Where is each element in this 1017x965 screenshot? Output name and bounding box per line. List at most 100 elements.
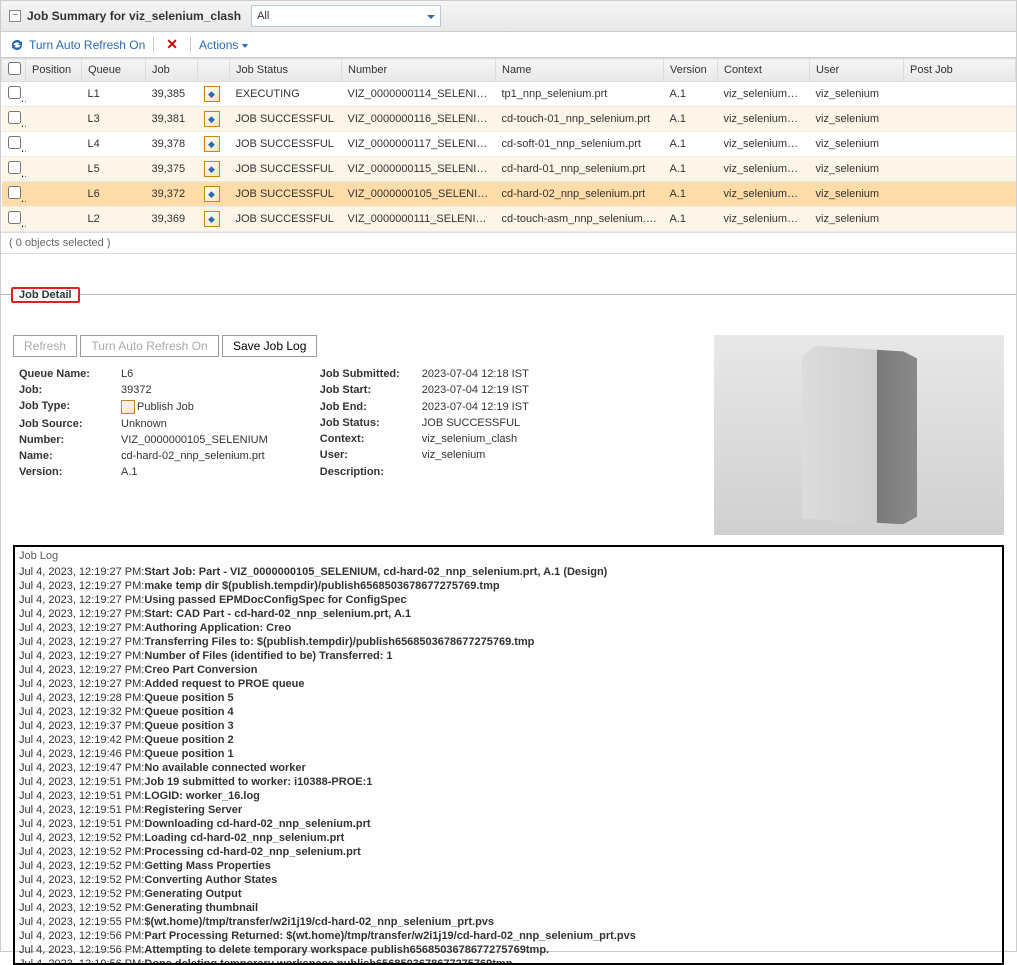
cell-icon: ◆ [198, 132, 230, 157]
collapse-icon[interactable]: − [9, 10, 21, 22]
cell-position [26, 182, 82, 207]
table-row[interactable]: L639,372◆JOB SUCCESSFULVIZ_0000000105_SE… [2, 182, 1016, 207]
cell-name: tp1_nnp_selenium.prt [496, 82, 664, 107]
log-line: Jul 4, 2023, 12:19:52 PM:Converting Auth… [19, 873, 998, 887]
selection-status: ( 0 objects selected ) [1, 232, 1016, 254]
cell-status: JOB SUCCESSFUL [230, 132, 342, 157]
cell-job: 39,369 [146, 207, 198, 232]
table-row[interactable]: L339,381◆JOB SUCCESSFULVIZ_0000000116_SE… [2, 107, 1016, 132]
col-icon[interactable] [198, 59, 230, 82]
cell-status: EXECUTING [230, 82, 342, 107]
row-checkbox[interactable] [8, 86, 21, 99]
col-version[interactable]: Version [664, 59, 718, 82]
cell-number: VIZ_0000000116_SELENIUM [342, 107, 496, 132]
col-position[interactable]: Position [26, 59, 82, 82]
col-number[interactable]: Number [342, 59, 496, 82]
col-name[interactable]: Name [496, 59, 664, 82]
cell-name: cd-touch-asm_nnp_selenium.asm [496, 207, 664, 232]
publish-icon: ◆ [204, 211, 220, 227]
log-line: Jul 4, 2023, 12:19:27 PM:Number of Files… [19, 649, 998, 663]
cell-name: cd-soft-01_nnp_selenium.prt [496, 132, 664, 157]
log-line: Jul 4, 2023, 12:19:51 PM:Job 19 submitte… [19, 775, 998, 789]
col-user[interactable]: User [810, 59, 904, 82]
refresh-icon[interactable] [9, 37, 25, 53]
col-context[interactable]: Context [718, 59, 810, 82]
table-row[interactable]: L239,369◆JOB SUCCESSFULVIZ_0000000111_SE… [2, 207, 1016, 232]
log-line: Jul 4, 2023, 12:19:47 PM:No available co… [19, 761, 998, 775]
log-line: Jul 4, 2023, 12:19:52 PM:Loading cd-hard… [19, 831, 998, 845]
log-line: Jul 4, 2023, 12:19:37 PM:Queue position … [19, 719, 998, 733]
cell-position [26, 107, 82, 132]
table-row[interactable]: L439,378◆JOB SUCCESSFULVIZ_0000000117_SE… [2, 132, 1016, 157]
cell-position [26, 82, 82, 107]
row-checkbox[interactable] [8, 136, 21, 149]
cell-context: viz_selenium_c... [718, 132, 810, 157]
col-queue[interactable]: Queue [82, 59, 146, 82]
log-line: Jul 4, 2023, 12:19:42 PM:Queue position … [19, 733, 998, 747]
auto-refresh-toggle[interactable]: Turn Auto Refresh On [29, 38, 145, 52]
actions-menu[interactable]: Actions [199, 38, 248, 52]
separator [190, 37, 191, 53]
col-postjob[interactable]: Post Job [904, 59, 1016, 82]
publish-icon: ◆ [204, 136, 220, 152]
row-checkbox[interactable] [8, 161, 21, 174]
col-job[interactable]: Job [146, 59, 198, 82]
log-line: Jul 4, 2023, 12:19:27 PM:Using passed EP… [19, 593, 998, 607]
cell-user: viz_selenium [810, 182, 904, 207]
cell-post [904, 182, 1016, 207]
cell-number: VIZ_0000000115_SELENIUM [342, 157, 496, 182]
cell-icon: ◆ [198, 107, 230, 132]
cell-status: JOB SUCCESSFUL [230, 207, 342, 232]
row-checkbox[interactable] [8, 186, 21, 199]
cell-queue: L1 [82, 82, 146, 107]
cell-status: JOB SUCCESSFUL [230, 107, 342, 132]
cell-job: 39,375 [146, 157, 198, 182]
cell-queue: L5 [82, 157, 146, 182]
cell-context: viz_selenium_c... [718, 82, 810, 107]
filter-dropdown[interactable]: All [251, 5, 441, 27]
cell-job: 39,372 [146, 182, 198, 207]
job-log: Job Log Jul 4, 2023, 12:19:27 PM:Start J… [13, 545, 1004, 965]
save-log-button[interactable]: Save Job Log [222, 335, 317, 357]
row-checkbox[interactable] [8, 211, 21, 224]
log-line: Jul 4, 2023, 12:19:52 PM:Getting Mass Pr… [19, 859, 998, 873]
delete-icon[interactable]: ✕ [162, 36, 182, 53]
publish-icon: ◆ [204, 86, 220, 102]
cell-status: JOB SUCCESSFUL [230, 182, 342, 207]
cell-post [904, 132, 1016, 157]
cell-post [904, 82, 1016, 107]
page-title: Job Summary for viz_selenium_clash [27, 9, 241, 23]
cell-icon: ◆ [198, 182, 230, 207]
row-checkbox[interactable] [8, 111, 21, 124]
table-row[interactable]: L139,385◆EXECUTINGVIZ_0000000114_SELENIU… [2, 82, 1016, 107]
cell-number: VIZ_0000000111_SELENIUM [342, 207, 496, 232]
cell-position [26, 207, 82, 232]
log-line: Jul 4, 2023, 12:19:51 PM:LOGID: worker_1… [19, 789, 998, 803]
publish-icon: ◆ [204, 161, 220, 177]
cell-user: viz_selenium [810, 207, 904, 232]
props-right: Job Submitted:2023-07-04 12:18 IST Job S… [314, 365, 535, 481]
cell-version: A.1 [664, 182, 718, 207]
log-line: Jul 4, 2023, 12:19:27 PM:make temp dir $… [19, 579, 998, 593]
cell-user: viz_selenium [810, 107, 904, 132]
auto-refresh-button: Turn Auto Refresh On [80, 335, 218, 357]
cell-context: viz_selenium_c... [718, 207, 810, 232]
table-row[interactable]: L539,375◆JOB SUCCESSFULVIZ_0000000115_SE… [2, 157, 1016, 182]
log-line: Jul 4, 2023, 12:19:27 PM:Added request t… [19, 677, 998, 691]
cell-position [26, 157, 82, 182]
log-line: Jul 4, 2023, 12:19:52 PM:Processing cd-h… [19, 845, 998, 859]
select-all-checkbox[interactable] [8, 62, 21, 75]
cell-user: viz_selenium [810, 132, 904, 157]
job-log-header: Job Log [15, 547, 1002, 565]
job-thumbnail [714, 335, 1004, 535]
cell-number: VIZ_0000000105_SELENIUM [342, 182, 496, 207]
log-line: Jul 4, 2023, 12:19:56 PM:Done deleting t… [19, 957, 998, 965]
log-line: Jul 4, 2023, 12:19:56 PM:Part Processing… [19, 929, 998, 943]
col-status[interactable]: Job Status [230, 59, 342, 82]
cell-name: cd-touch-01_nnp_selenium.prt [496, 107, 664, 132]
log-line: Jul 4, 2023, 12:19:55 PM:$(wt.home)/tmp/… [19, 915, 998, 929]
cell-context: viz_selenium_c... [718, 182, 810, 207]
cell-context: viz_selenium_c... [718, 107, 810, 132]
log-line: Jul 4, 2023, 12:19:27 PM:Transferring Fi… [19, 635, 998, 649]
job-table: Position Queue Job Job Status Number Nam… [1, 58, 1016, 232]
